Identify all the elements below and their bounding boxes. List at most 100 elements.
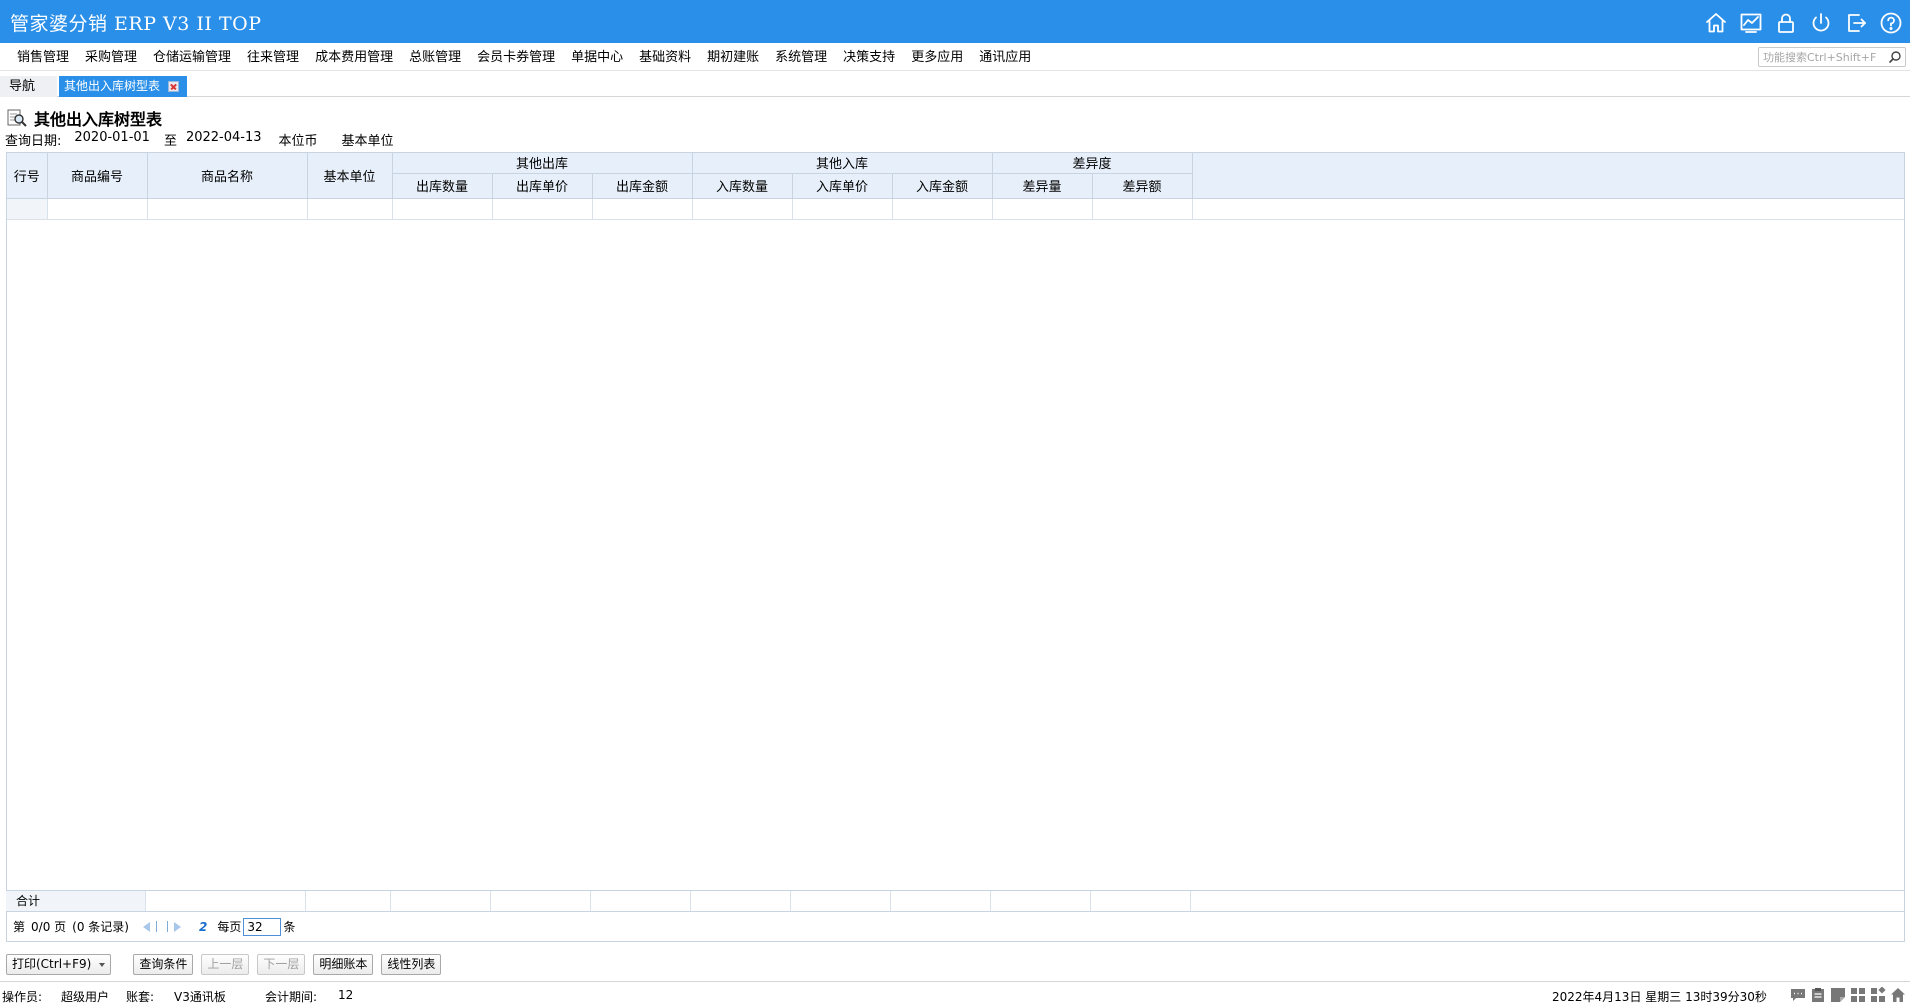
tab-navigation[interactable]: 导航 xyxy=(0,76,57,97)
menu-item-warehouse[interactable]: 仓储运输管理 xyxy=(145,49,239,67)
linear-list-button[interactable]: 线性列表 xyxy=(381,954,442,975)
menu-item-accounts[interactable]: 往来管理 xyxy=(239,49,307,67)
detail-ledger-button[interactable]: 明细账本 xyxy=(313,954,374,975)
print-button[interactable]: 打印(Ctrl+F9) xyxy=(6,954,112,975)
group-header-difference: 差异度 xyxy=(992,153,1193,174)
currency-label: 本位币 xyxy=(278,134,318,149)
period-value: 12 xyxy=(338,988,354,1002)
tab-label: 其他出入库树型表 xyxy=(64,79,161,93)
col-header-row-no[interactable]: 行号 xyxy=(7,153,48,199)
function-search-input[interactable] xyxy=(1759,48,1883,66)
status-datetime: 2022年4月13日 星期三 13时39分30秒 xyxy=(1552,990,1767,1004)
totals-row: 合计 xyxy=(6,890,1905,911)
menu-item-cost[interactable]: 成本费用管理 xyxy=(307,49,401,67)
col-header-in-qty[interactable]: 入库数量 xyxy=(692,173,793,199)
help-icon[interactable] xyxy=(1877,9,1904,36)
totals-cell xyxy=(791,891,891,911)
close-icon[interactable] xyxy=(168,81,180,92)
per-page-label: 每页 xyxy=(217,920,242,934)
totals-cell xyxy=(891,891,991,911)
menu-item-sales[interactable]: 销售管理 xyxy=(9,49,77,67)
menu-item-decision[interactable]: 决策支持 xyxy=(835,49,903,67)
menu-item-documents[interactable]: 单据中心 xyxy=(563,49,631,67)
menu-item-communication[interactable]: 通讯应用 xyxy=(971,49,1039,67)
cell-code[interactable] xyxy=(47,198,148,220)
note-icon[interactable] xyxy=(1830,987,1846,1003)
menu-item-system[interactable]: 系统管理 xyxy=(767,49,835,67)
account-label: 账套: xyxy=(126,990,155,1004)
menu-item-member[interactable]: 会员卡券管理 xyxy=(469,49,563,67)
col-header-diff-amount[interactable]: 差异额 xyxy=(1092,173,1193,199)
lock-icon[interactable] xyxy=(1772,9,1799,36)
action-bar: 打印(Ctrl+F9) 查询条件 上一层 下一层 明细账本 线性列表 xyxy=(6,954,449,975)
query-date-from: 2020-01-01 xyxy=(74,130,150,145)
totals-label: 合计 xyxy=(6,891,146,911)
cell-diff-qty[interactable] xyxy=(992,198,1093,220)
col-header-in-amount[interactable]: 入库金额 xyxy=(892,173,993,199)
pager: 第 0/0 页 (0 条记录) 2 每页 条 xyxy=(6,912,1905,942)
cell-in-amount[interactable] xyxy=(892,198,993,220)
group-header-other-out: 其他出库 xyxy=(392,153,693,174)
up-level-button[interactable]: 上一层 xyxy=(201,954,250,975)
col-header-name[interactable]: 商品名称 xyxy=(147,153,308,199)
totals-cell xyxy=(591,891,691,911)
apps-icon[interactable] xyxy=(1870,986,1886,1003)
pager-separator xyxy=(166,921,168,932)
home-icon[interactable] xyxy=(1890,987,1906,1003)
chart-icon[interactable] xyxy=(1737,9,1764,36)
unit-label: 基本单位 xyxy=(341,134,394,149)
chevron-down-icon[interactable] xyxy=(99,962,106,967)
home-icon[interactable] xyxy=(1702,9,1729,36)
totals-cell xyxy=(146,891,306,911)
page-info: 0/0 页 xyxy=(31,920,67,934)
cell-in-price[interactable] xyxy=(792,198,893,220)
search-icon[interactable] xyxy=(1888,50,1902,64)
prev-page-icon[interactable] xyxy=(142,921,150,932)
col-header-in-price[interactable]: 入库单价 xyxy=(792,173,893,199)
refresh-page-icon[interactable]: 2 xyxy=(199,920,207,934)
col-header-out-qty[interactable]: 出库数量 xyxy=(392,173,493,199)
col-header-out-price[interactable]: 出库单价 xyxy=(492,173,593,199)
record-count: (0 条记录) xyxy=(72,920,129,934)
totals-cell xyxy=(991,891,1091,911)
app-title: 管家婆分销 ERP V3 II TOP xyxy=(10,13,262,35)
menu-item-purchase[interactable]: 采购管理 xyxy=(77,49,145,67)
col-header-out-amount[interactable]: 出库金额 xyxy=(592,173,693,199)
tab-bar: 导航 其他出入库树型表 xyxy=(0,73,1910,97)
cell-diff-amount[interactable] xyxy=(1092,198,1193,220)
print-button-label: 打印(Ctrl+F9) xyxy=(12,957,92,971)
col-header-diff-qty[interactable]: 差异量 xyxy=(992,173,1093,199)
page-prefix: 第 xyxy=(13,920,26,934)
menu-item-basic-data[interactable]: 基础资料 xyxy=(631,49,699,67)
period-label: 会计期间: xyxy=(265,990,318,1004)
cell-in-qty[interactable] xyxy=(692,198,793,220)
group-header-other-in: 其他入库 xyxy=(692,153,993,174)
cell-name[interactable] xyxy=(147,198,308,220)
cell-out-price[interactable] xyxy=(492,198,593,220)
menu-item-ledger[interactable]: 总账管理 xyxy=(401,49,469,67)
col-header-unit[interactable]: 基本单位 xyxy=(307,153,393,199)
cell-out-amount[interactable] xyxy=(592,198,693,220)
per-page-input[interactable] xyxy=(243,917,282,936)
grid-icon[interactable] xyxy=(1850,987,1866,1003)
totals-cell xyxy=(391,891,491,911)
query-conditions-button[interactable]: 查询条件 xyxy=(133,954,194,975)
next-page-icon[interactable] xyxy=(173,921,181,932)
menu-item-more-apps[interactable]: 更多应用 xyxy=(903,49,971,67)
cell-unit[interactable] xyxy=(307,198,393,220)
clipboard-icon[interactable] xyxy=(1810,987,1826,1003)
function-search xyxy=(1758,47,1906,67)
report-header: 其他出入库树型表 xyxy=(6,106,162,130)
down-level-button[interactable]: 下一层 xyxy=(257,954,306,975)
table-row[interactable] xyxy=(7,198,1904,220)
tab-other-stock-tree[interactable]: 其他出入库树型表 xyxy=(59,76,188,97)
message-icon[interactable] xyxy=(1790,987,1806,1003)
menu-items: 销售管理 采购管理 仓储运输管理 往来管理 成本费用管理 总账管理 会员卡券管理… xyxy=(9,49,1039,67)
power-icon[interactable] xyxy=(1807,9,1834,36)
menu-item-opening[interactable]: 期初建账 xyxy=(699,49,767,67)
status-bar: 操作员: 超级用户 账套: V3通讯板 会计期间: 12 2022年4月13日 … xyxy=(0,981,1910,1007)
exit-icon[interactable] xyxy=(1842,9,1869,36)
data-grid[interactable]: 行号 商品编号 商品名称 基本单位 其他出库 其他入库 差异度 出库数量 出库单… xyxy=(6,152,1905,912)
cell-out-qty[interactable] xyxy=(392,198,493,220)
col-header-code[interactable]: 商品编号 xyxy=(47,153,148,199)
